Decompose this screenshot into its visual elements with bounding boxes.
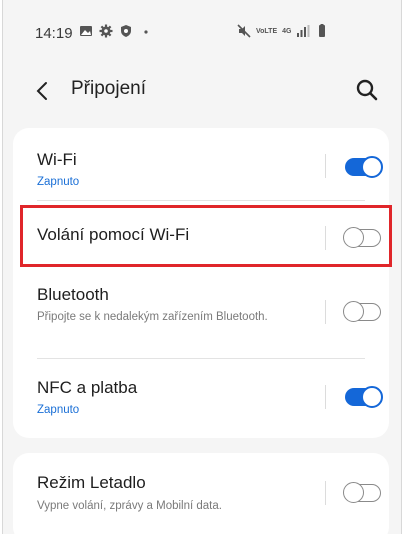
wifi-toggle[interactable]: [345, 156, 383, 178]
status-bar: 14:19 VoLTE 4G: [3, 0, 401, 60]
gallery-icon: [80, 26, 92, 36]
gear-icon: [99, 24, 113, 38]
volte-icon: VoLTE: [256, 27, 278, 35]
setting-row-wifi[interactable]: Wi-Fi Zapnuto: [13, 128, 389, 198]
setting-title: NFC a platba: [37, 378, 138, 397]
status-time: 14:19: [35, 25, 73, 42]
toggle-knob: [361, 386, 383, 408]
setting-title: Wi-Fi: [37, 150, 77, 169]
setting-row-nfc[interactable]: NFC a platba Zapnuto: [13, 359, 389, 438]
row-divider: [325, 154, 326, 178]
setting-subtitle: Připojte se k nedalekým zařízením Blueto…: [37, 311, 268, 323]
setting-title: Režim Letadlo: [37, 473, 146, 492]
4g-icon: 4G: [282, 27, 292, 35]
bluetooth-toggle[interactable]: [343, 301, 381, 322]
status-left-icons: [79, 24, 153, 38]
settings-card: Wi-Fi Zapnuto Volání pomocí Wi-Fi Blueto…: [13, 128, 389, 438]
highlight-box: [20, 205, 392, 267]
row-divider: [325, 481, 326, 505]
app-bar: Připojení: [3, 62, 401, 118]
battery-icon: [319, 24, 326, 37]
toggle-knob: [343, 482, 364, 503]
setting-title: Bluetooth: [37, 285, 109, 304]
mute-icon: [237, 24, 251, 38]
page-title: Připojení: [71, 78, 146, 99]
setting-subtitle: Zapnuto: [37, 176, 80, 188]
shield-icon: [121, 25, 131, 37]
status-right-icons: VoLTE 4G: [237, 24, 329, 38]
setting-row-bluetooth[interactable]: Bluetooth Připojte se k nedalekým zaříze…: [13, 265, 389, 355]
dot-icon: [144, 30, 148, 34]
toggle-knob: [343, 301, 364, 322]
back-icon[interactable]: [31, 79, 55, 103]
signal-icon: [297, 25, 310, 37]
settings-card-2: Režim Letadlo Vypne volání, zprávy a Mob…: [13, 453, 389, 534]
row-divider: [325, 385, 326, 409]
search-icon[interactable]: [353, 76, 381, 104]
phone-screen: 14:19 VoLTE 4G Připojení Wi-Fi Zapnuto V…: [2, 0, 402, 534]
airplane-toggle[interactable]: [343, 482, 381, 503]
toggle-knob: [361, 156, 383, 178]
setting-row-airplane[interactable]: Režim Letadlo Vypne volání, zprávy a Mob…: [13, 453, 389, 533]
setting-subtitle: Zapnuto: [37, 404, 80, 416]
row-divider: [325, 300, 326, 324]
nfc-toggle[interactable]: [345, 386, 383, 408]
setting-subtitle: Vypne volání, zprávy a Mobilní data.: [37, 500, 222, 512]
